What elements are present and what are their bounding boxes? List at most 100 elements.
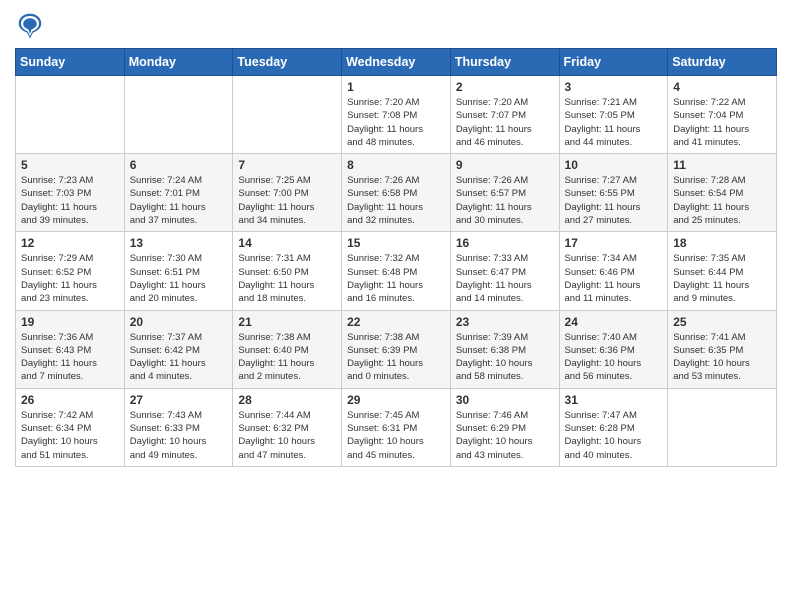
weekday-wednesday: Wednesday	[342, 49, 451, 76]
day-number: 26	[21, 393, 119, 407]
calendar-cell: 17 Sunrise: 7:34 AM Sunset: 6:46 PM Dayli…	[559, 232, 668, 310]
day-number: 27	[130, 393, 228, 407]
day-info: Sunrise: 7:25 AM Sunset: 7:00 PM Dayligh…	[238, 174, 336, 227]
calendar-cell: 25 Sunrise: 7:41 AM Sunset: 6:35 PM Dayli…	[668, 310, 777, 388]
day-info: Sunrise: 7:24 AM Sunset: 7:01 PM Dayligh…	[130, 174, 228, 227]
day-info: Sunrise: 7:26 AM Sunset: 6:57 PM Dayligh…	[456, 174, 554, 227]
day-info: Sunrise: 7:38 AM Sunset: 6:39 PM Dayligh…	[347, 331, 445, 384]
calendar-cell: 14 Sunrise: 7:31 AM Sunset: 6:50 PM Dayli…	[233, 232, 342, 310]
day-number: 12	[21, 236, 119, 250]
calendar-cell: 24Sunrise: 7:40 AM Sunset: 6:36 PM Dayli…	[559, 310, 668, 388]
day-info: Sunrise: 7:35 AM Sunset: 6:44 PM Dayligh…	[673, 252, 771, 305]
day-info: Sunrise: 7:45 AM Sunset: 6:31 PM Dayligh…	[347, 409, 445, 462]
logo-icon	[15, 10, 45, 40]
weekday-thursday: Thursday	[450, 49, 559, 76]
day-number: 25	[673, 315, 771, 329]
day-number: 7	[238, 158, 336, 172]
weekday-friday: Friday	[559, 49, 668, 76]
calendar-cell: 2 Sunrise: 7:20 AM Sunset: 7:07 PM Daylig…	[450, 76, 559, 154]
day-info: Sunrise: 7:20 AM Sunset: 7:07 PM Dayligh…	[456, 96, 554, 149]
day-info: Sunrise: 7:30 AM Sunset: 6:51 PM Dayligh…	[130, 252, 228, 305]
day-number: 16	[456, 236, 554, 250]
day-info: Sunrise: 7:29 AM Sunset: 6:52 PM Dayligh…	[21, 252, 119, 305]
calendar-cell: 21Sunrise: 7:38 AM Sunset: 6:40 PM Dayli…	[233, 310, 342, 388]
day-number: 1	[347, 80, 445, 94]
day-number: 2	[456, 80, 554, 94]
day-info: Sunrise: 7:41 AM Sunset: 6:35 PM Dayligh…	[673, 331, 771, 384]
calendar-cell: 31 Sunrise: 7:47 AM Sunset: 6:28 PM Dayli…	[559, 388, 668, 466]
weekday-saturday: Saturday	[668, 49, 777, 76]
calendar-cell	[233, 76, 342, 154]
week-row-2: 5 Sunrise: 7:23 AM Sunset: 7:03 PM Daylig…	[16, 154, 777, 232]
calendar-cell: 8 Sunrise: 7:26 AM Sunset: 6:58 PM Daylig…	[342, 154, 451, 232]
calendar-cell: 26 Sunrise: 7:42 AM Sunset: 6:34 PM Dayli…	[16, 388, 125, 466]
calendar-cell: 28Sunrise: 7:44 AM Sunset: 6:32 PM Dayli…	[233, 388, 342, 466]
day-info: Sunrise: 7:37 AM Sunset: 6:42 PM Dayligh…	[130, 331, 228, 384]
day-number: 10	[565, 158, 663, 172]
week-row-4: 19 Sunrise: 7:36 AM Sunset: 6:43 PM Dayli…	[16, 310, 777, 388]
calendar-cell: 27 Sunrise: 7:43 AM Sunset: 6:33 PM Dayli…	[124, 388, 233, 466]
day-info: Sunrise: 7:36 AM Sunset: 6:43 PM Dayligh…	[21, 331, 119, 384]
weekday-monday: Monday	[124, 49, 233, 76]
day-info: Sunrise: 7:22 AM Sunset: 7:04 PM Dayligh…	[673, 96, 771, 149]
calendar-cell: 12 Sunrise: 7:29 AM Sunset: 6:52 PM Dayli…	[16, 232, 125, 310]
day-number: 6	[130, 158, 228, 172]
calendar-cell	[668, 388, 777, 466]
day-number: 23	[456, 315, 554, 329]
day-info: Sunrise: 7:42 AM Sunset: 6:34 PM Dayligh…	[21, 409, 119, 462]
day-info: Sunrise: 7:27 AM Sunset: 6:55 PM Dayligh…	[565, 174, 663, 227]
day-info: Sunrise: 7:46 AM Sunset: 6:29 PM Dayligh…	[456, 409, 554, 462]
day-info: Sunrise: 7:31 AM Sunset: 6:50 PM Dayligh…	[238, 252, 336, 305]
day-number: 20	[130, 315, 228, 329]
week-row-5: 26 Sunrise: 7:42 AM Sunset: 6:34 PM Dayli…	[16, 388, 777, 466]
day-info: Sunrise: 7:47 AM Sunset: 6:28 PM Dayligh…	[565, 409, 663, 462]
day-number: 15	[347, 236, 445, 250]
day-info: Sunrise: 7:26 AM Sunset: 6:58 PM Dayligh…	[347, 174, 445, 227]
calendar-cell: 30 Sunrise: 7:46 AM Sunset: 6:29 PM Dayli…	[450, 388, 559, 466]
day-info: Sunrise: 7:20 AM Sunset: 7:08 PM Dayligh…	[347, 96, 445, 149]
calendar-cell: 16Sunrise: 7:33 AM Sunset: 6:47 PM Dayli…	[450, 232, 559, 310]
weekday-header-row: SundayMondayTuesdayWednesdayThursdayFrid…	[16, 49, 777, 76]
calendar-cell: 1 Sunrise: 7:20 AM Sunset: 7:08 PM Daylig…	[342, 76, 451, 154]
day-number: 9	[456, 158, 554, 172]
day-number: 5	[21, 158, 119, 172]
day-number: 19	[21, 315, 119, 329]
calendar-table: SundayMondayTuesdayWednesdayThursdayFrid…	[15, 48, 777, 467]
day-number: 17	[565, 236, 663, 250]
day-info: Sunrise: 7:43 AM Sunset: 6:33 PM Dayligh…	[130, 409, 228, 462]
day-number: 11	[673, 158, 771, 172]
calendar-cell: 9 Sunrise: 7:26 AM Sunset: 6:57 PM Daylig…	[450, 154, 559, 232]
calendar-cell: 18 Sunrise: 7:35 AM Sunset: 6:44 PM Dayli…	[668, 232, 777, 310]
calendar-cell: 5 Sunrise: 7:23 AM Sunset: 7:03 PM Daylig…	[16, 154, 125, 232]
day-info: Sunrise: 7:21 AM Sunset: 7:05 PM Dayligh…	[565, 96, 663, 149]
day-info: Sunrise: 7:39 AM Sunset: 6:38 PM Dayligh…	[456, 331, 554, 384]
day-number: 18	[673, 236, 771, 250]
week-row-1: 1 Sunrise: 7:20 AM Sunset: 7:08 PM Daylig…	[16, 76, 777, 154]
calendar-cell: 6 Sunrise: 7:24 AM Sunset: 7:01 PM Daylig…	[124, 154, 233, 232]
calendar-cell: 19 Sunrise: 7:36 AM Sunset: 6:43 PM Dayli…	[16, 310, 125, 388]
day-number: 4	[673, 80, 771, 94]
day-info: Sunrise: 7:38 AM Sunset: 6:40 PM Dayligh…	[238, 331, 336, 384]
weekday-tuesday: Tuesday	[233, 49, 342, 76]
day-number: 31	[565, 393, 663, 407]
day-number: 30	[456, 393, 554, 407]
calendar-cell	[16, 76, 125, 154]
calendar-cell: 20 Sunrise: 7:37 AM Sunset: 6:42 PM Dayli…	[124, 310, 233, 388]
day-number: 29	[347, 393, 445, 407]
day-number: 13	[130, 236, 228, 250]
calendar-cell: 10 Sunrise: 7:27 AM Sunset: 6:55 PM Dayli…	[559, 154, 668, 232]
day-number: 14	[238, 236, 336, 250]
calendar-cell: 29 Sunrise: 7:45 AM Sunset: 6:31 PM Dayli…	[342, 388, 451, 466]
day-info: Sunrise: 7:23 AM Sunset: 7:03 PM Dayligh…	[21, 174, 119, 227]
day-number: 8	[347, 158, 445, 172]
day-info: Sunrise: 7:44 AM Sunset: 6:32 PM Dayligh…	[238, 409, 336, 462]
week-row-3: 12 Sunrise: 7:29 AM Sunset: 6:52 PM Dayli…	[16, 232, 777, 310]
weekday-sunday: Sunday	[16, 49, 125, 76]
day-info: Sunrise: 7:34 AM Sunset: 6:46 PM Dayligh…	[565, 252, 663, 305]
calendar-cell: 3Sunrise: 7:21 AM Sunset: 7:05 PM Daylig…	[559, 76, 668, 154]
day-info: Sunrise: 7:32 AM Sunset: 6:48 PM Dayligh…	[347, 252, 445, 305]
calendar-cell: 4 Sunrise: 7:22 AM Sunset: 7:04 PM Daylig…	[668, 76, 777, 154]
calendar-cell: 22Sunrise: 7:38 AM Sunset: 6:39 PM Dayli…	[342, 310, 451, 388]
logo	[15, 10, 49, 40]
calendar-cell	[124, 76, 233, 154]
